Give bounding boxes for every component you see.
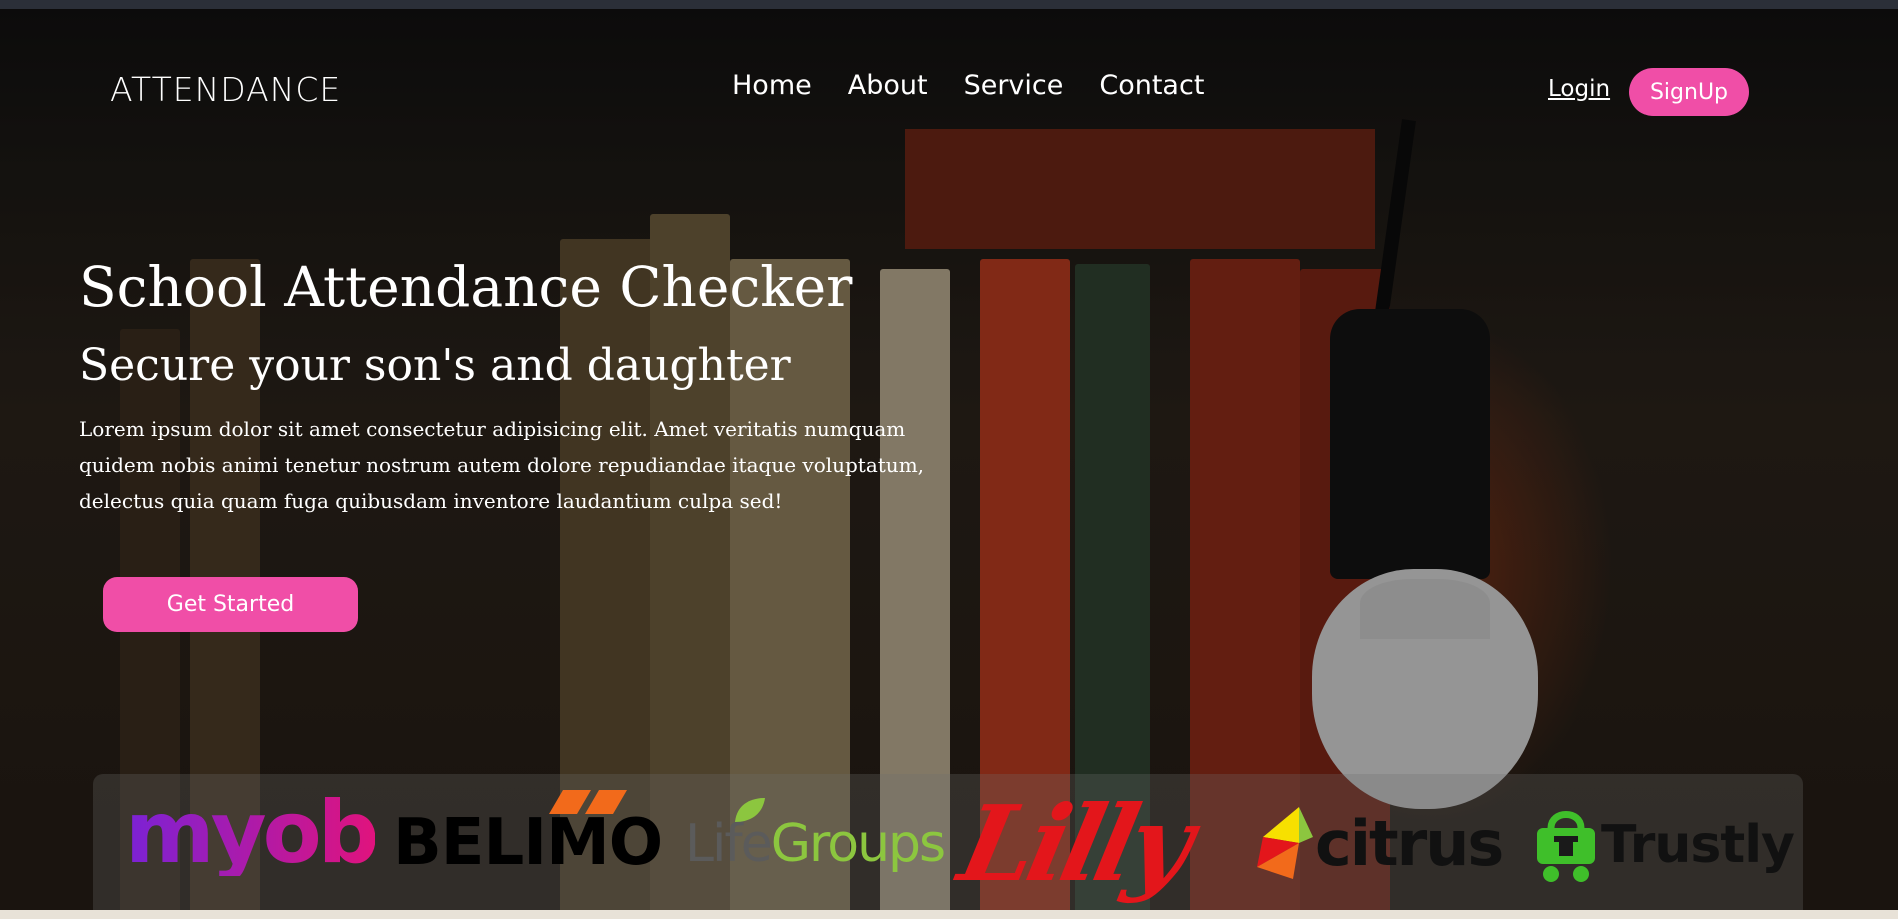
partner-logos-bar: myob BELIMO Life Groups Lilly citrus Tru… bbox=[93, 774, 1803, 910]
belimo-mark-icon bbox=[549, 790, 627, 814]
hero-subtitle: Secure your son's and daughter bbox=[79, 340, 791, 391]
brand-logo[interactable]: ATTENDANCE bbox=[110, 70, 341, 109]
login-link[interactable]: Login bbox=[1548, 76, 1610, 102]
nav-about[interactable]: About bbox=[848, 70, 928, 101]
lifegroups-logo: Life Groups bbox=[685, 798, 946, 884]
browser-bottom-strip bbox=[0, 910, 1898, 919]
citrus-wedge-icon bbox=[1257, 807, 1313, 879]
trustly-logo: Trustly bbox=[1533, 800, 1795, 890]
main-nav: Home About Service Contact bbox=[732, 70, 1240, 101]
belimo-logo: BELIMO bbox=[393, 790, 663, 888]
hero-description: Lorem ipsum dolor sit amet consectetur a… bbox=[79, 417, 925, 513]
signup-button[interactable]: SignUp bbox=[1629, 68, 1749, 116]
hero-title: School Attendance Checker bbox=[79, 255, 853, 319]
browser-top-strip bbox=[0, 0, 1898, 9]
get-started-button[interactable]: Get Started bbox=[103, 577, 358, 632]
nav-contact[interactable]: Contact bbox=[1099, 70, 1204, 101]
shopping-bag-icon bbox=[1537, 811, 1595, 882]
lilly-logo: Lilly bbox=[949, 781, 1199, 905]
nav-home[interactable]: Home bbox=[732, 70, 812, 101]
nav-service[interactable]: Service bbox=[964, 70, 1064, 101]
myob-logo: myob bbox=[125, 783, 379, 883]
citrus-logo: citrus bbox=[1253, 798, 1504, 888]
leaf-icon bbox=[735, 798, 765, 822]
